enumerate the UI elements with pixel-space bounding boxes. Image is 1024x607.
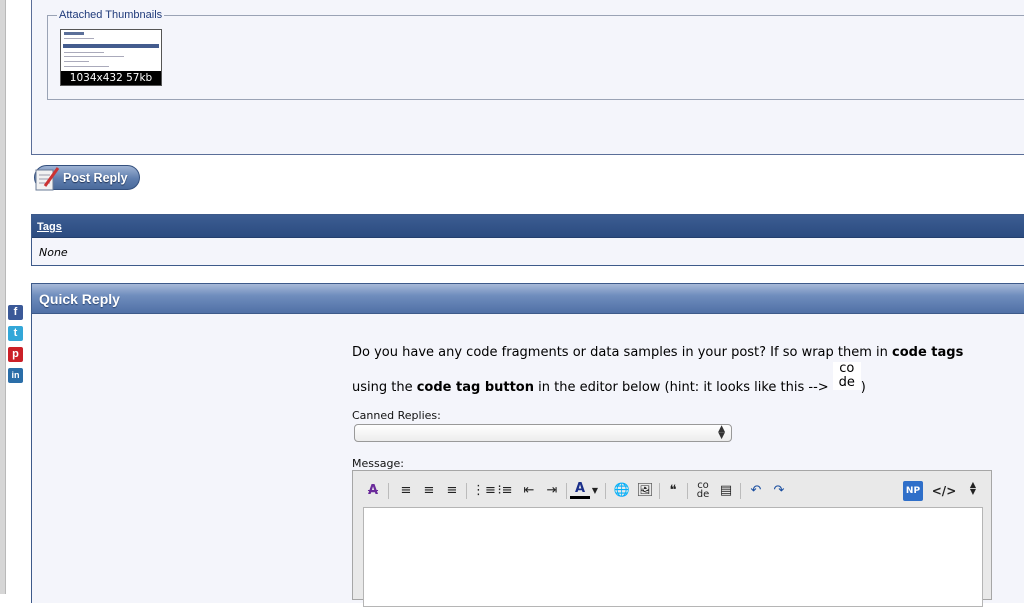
- message-editor: A ≡ ≡ ≡ ⋮≡ ⁝≡ ⇤ ⇥ A ▼ 🌐 🖼 ❝ co de ▤ ↶ ↷ N…: [352, 470, 992, 607]
- post-reply-label: Post Reply: [63, 171, 128, 185]
- redo-icon[interactable]: ↷: [769, 481, 789, 501]
- remove-format-icon[interactable]: A: [363, 481, 383, 501]
- tags-value: None: [39, 246, 68, 259]
- font-color-dropdown-icon[interactable]: ▼: [590, 481, 600, 501]
- code-tag-sample-icon: co de: [832, 361, 861, 390]
- insert-link-icon[interactable]: 🌐: [612, 481, 632, 501]
- left-gutter: [0, 0, 6, 594]
- insert-image-icon[interactable]: 🖼: [635, 481, 655, 501]
- canned-replies-select[interactable]: ▲ ▼: [354, 424, 732, 442]
- pinterest-icon[interactable]: p: [8, 347, 23, 362]
- code-tag-button-icon[interactable]: co de: [693, 481, 713, 501]
- font-color-icon[interactable]: A: [570, 481, 590, 499]
- select-updown-icon: ▲ ▼: [718, 424, 725, 441]
- facebook-icon[interactable]: f: [8, 305, 23, 320]
- canned-replies-label: Canned Replies:: [352, 409, 441, 422]
- code-tags-hint-line1: Do you have any code fragments or data s…: [352, 345, 964, 360]
- align-center-icon[interactable]: ≡: [419, 481, 439, 501]
- notepad-pen-icon: [35, 167, 60, 191]
- resize-updown-icon[interactable]: ▲ ▼: [963, 481, 983, 501]
- unordered-list-icon[interactable]: ⁝≡: [495, 481, 515, 501]
- ordered-list-icon[interactable]: ⋮≡: [472, 481, 496, 501]
- editor-toolbar: A ≡ ≡ ≡ ⋮≡ ⁝≡ ⇤ ⇥ A ▼ 🌐 🖼 ❝ co de ▤ ↶ ↷ N…: [353, 471, 991, 507]
- thumbnail-caption: 1034x432 57kb: [61, 71, 161, 85]
- quote-icon[interactable]: ❝: [663, 481, 683, 501]
- indent-icon[interactable]: ⇥: [542, 481, 562, 501]
- code-tags-hint-line2: using the code tag button in the editor …: [352, 360, 866, 395]
- quick-reply-heading: Quick Reply: [32, 284, 1024, 314]
- np-badge-icon[interactable]: NP: [903, 481, 923, 501]
- attached-thumbnails-fieldset: [47, 15, 1024, 100]
- linkedin-icon[interactable]: in: [8, 368, 23, 383]
- twitter-icon[interactable]: t: [8, 326, 23, 341]
- post-reply-button[interactable]: Post Reply: [34, 165, 140, 191]
- outdent-icon[interactable]: ⇤: [519, 481, 539, 501]
- undo-icon[interactable]: ↶: [746, 481, 766, 501]
- attached-thumbnails-legend: Attached Thumbnails: [57, 9, 165, 21]
- html-tag-icon[interactable]: ▤: [716, 481, 736, 501]
- message-textarea[interactable]: [363, 507, 983, 607]
- align-left-icon[interactable]: ≡: [396, 481, 416, 501]
- tags-heading[interactable]: Tags: [32, 215, 1024, 238]
- attachment-thumbnail[interactable]: 1034x432 57kb: [60, 29, 162, 86]
- message-label: Message:: [352, 457, 404, 470]
- source-mode-icon[interactable]: </>: [931, 481, 957, 501]
- tags-panel: Tags None: [31, 214, 1024, 266]
- align-right-icon[interactable]: ≡: [442, 481, 462, 501]
